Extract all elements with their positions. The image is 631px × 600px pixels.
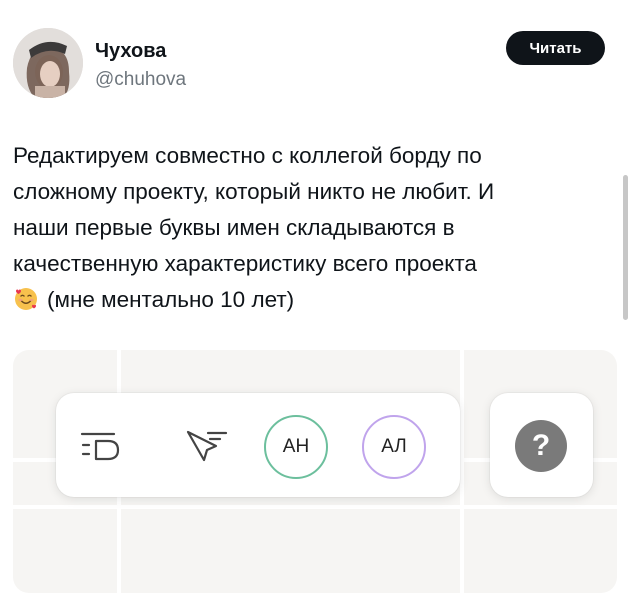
user-avatar-an[interactable]: АН [264,415,328,479]
grid-line [13,505,617,509]
scrollbar[interactable] [623,175,628,320]
author-handle[interactable]: @chuhova [95,69,186,91]
user-initials: АЛ [381,436,407,457]
grid-line [460,350,464,593]
tweet-text-line: качественную характеристику всего проект… [13,251,477,276]
help-button[interactable]: ? [515,420,567,472]
tweet-text-line: сложному проекту, который никто не любит… [13,179,495,204]
follow-button[interactable]: Читать [506,31,605,65]
tweet-text-last-line-text: (мне ментально 10 лет) [47,287,295,312]
user-initials: АН [282,436,310,457]
avatar[interactable] [13,28,83,98]
tweet-text-line: наши первые буквы имен складываются в [13,215,455,240]
tweet-text-last-line: (мне ментально 10 лет) [13,282,618,318]
tweet-text: Редактируем совместно с коллегой борду п… [13,138,618,318]
text-tool-icon[interactable] [78,421,128,471]
smiling-face-with-hearts-icon [15,288,37,310]
user-avatar-al[interactable]: АЛ [362,415,426,479]
tweet-card: Чухова @chuhova Читать Редактируем совме… [0,0,631,600]
author-name[interactable]: Чухова [95,40,166,63]
help-panel: ? [490,393,593,497]
avatar-photo [13,28,83,98]
tweet-text-line: Редактируем совместно с коллегой борду п… [13,143,482,168]
pointer-tool-icon[interactable] [182,421,232,471]
attached-image[interactable]: АН АЛ ? [13,350,617,593]
board-toolbar: АН АЛ [56,393,460,497]
